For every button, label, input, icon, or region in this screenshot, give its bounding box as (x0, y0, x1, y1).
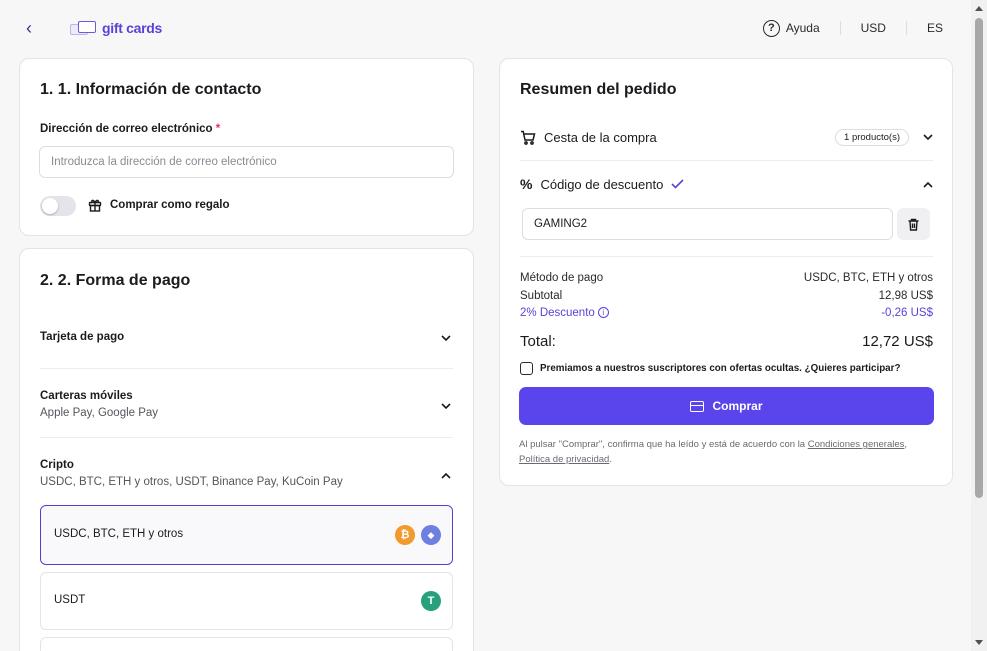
crypto-option-usdt[interactable]: USDT T (40, 572, 453, 630)
chevron-up-icon (441, 472, 451, 479)
method-title: Carteras móviles (40, 390, 133, 402)
scrollbar[interactable] (971, 0, 987, 651)
remove-discount-button[interactable] (897, 208, 930, 240)
discount-row: 2% Descuento i -0,26 US$ (520, 307, 933, 319)
currency-selector[interactable]: USD (861, 21, 886, 35)
divider (839, 21, 841, 35)
scroll-up-arrow-icon[interactable] (975, 6, 983, 11)
divider (40, 437, 453, 438)
divider (520, 256, 933, 257)
total-row: Total: 12,72 US$ (520, 333, 933, 350)
email-input[interactable] (39, 146, 454, 178)
cart-count-badge: 1 producto(s) (835, 128, 909, 146)
payment-method-row: Método de pago USDC, BTC, ETH y otros (520, 272, 933, 284)
divider (40, 368, 453, 369)
gift-toggle[interactable] (40, 196, 76, 216)
buy-label: Comprar (712, 399, 763, 413)
trash-icon (908, 218, 919, 231)
newsletter-text: Premiamos a nuestros suscriptores con of… (540, 363, 901, 374)
scroll-down-arrow-icon[interactable] (975, 640, 983, 645)
help-icon: ? (762, 19, 780, 37)
logo[interactable]: gift cards (70, 18, 162, 38)
credit-card-icon (690, 400, 705, 412)
ethereum-icon: ◆ (421, 525, 441, 545)
discount-line-label: 2% Descuento i (520, 307, 609, 319)
crypto-option[interactable] (40, 637, 453, 651)
order-summary-card: Resumen del pedido Cesta de la compra 1 … (499, 58, 953, 486)
method-subtitle: Apple Pay, Google Pay (40, 407, 159, 419)
checkmark-icon (671, 179, 684, 189)
help-link[interactable]: ? Ayuda (762, 19, 820, 37)
discount-line-value: -0,26 US$ (881, 307, 933, 319)
subtotal-row: Subtotal 12,98 US$ (520, 290, 933, 302)
terms-link[interactable]: Condiciones generales (808, 439, 905, 450)
header-nav: ? Ayuda USD ES (762, 18, 943, 38)
payment-title: 2. 2. Forma de pago (40, 272, 191, 289)
method-crypto[interactable]: Cripto USDC, BTC, ETH y otros, USDT, Bin… (40, 459, 453, 499)
subtotal-value: 12,98 US$ (878, 290, 933, 302)
logo-text: gift cards (102, 20, 163, 36)
discount-code-input[interactable] (522, 208, 893, 240)
chevron-down-icon (441, 335, 451, 342)
payment-method-label: Método de pago (520, 272, 604, 284)
gift-label: Comprar como regalo (110, 199, 230, 211)
method-subtitle: USDC, BTC, ETH y otros, USDT, Binance Pa… (40, 476, 343, 488)
info-icon[interactable]: i (597, 307, 609, 319)
scrollbar-thumb[interactable] (975, 18, 983, 498)
crypto-option-usdc-btc-eth[interactable]: USDC, BTC, ETH y otros ₿ ◆ (40, 505, 453, 565)
back-arrow-icon[interactable]: ‹ (26, 18, 44, 38)
gift-cards-logo-icon (70, 21, 98, 35)
legal-notice: Al pulsar "Comprar", confirma que ha leí… (519, 439, 908, 465)
chevron-down-icon (923, 133, 933, 140)
divider (905, 21, 907, 35)
buy-button[interactable]: Comprar (519, 387, 934, 425)
total-value: 12,72 US$ (862, 333, 933, 350)
method-title: Cripto (40, 459, 74, 471)
discount-label: Código de descuento (540, 176, 664, 192)
total-label: Total: (520, 333, 556, 350)
privacy-link[interactable]: Política de privacidad (519, 454, 609, 465)
cart-section[interactable]: Cesta de la compra 1 producto(s) (520, 125, 933, 149)
percent-icon: % (520, 176, 533, 192)
payment-card: 2. 2. Forma de pago Tarjeta de pago Cart… (19, 248, 474, 651)
payment-method-value: USDC, BTC, ETH y otros (803, 272, 933, 284)
cart-label: Cesta de la compra (544, 129, 657, 145)
help-label: Ayuda (785, 21, 820, 35)
chevron-down-icon (441, 403, 451, 410)
language-selector[interactable]: ES (927, 21, 943, 35)
chevron-up-icon (923, 181, 933, 188)
option-label: USDC, BTC, ETH y otros (54, 528, 184, 540)
option-label: USDT (54, 594, 86, 606)
bitcoin-icon: ₿ (395, 525, 415, 545)
method-mobile-wallets[interactable]: Carteras móviles Apple Pay, Google Pay (40, 390, 453, 430)
contact-title: 1. 1. Información de contacto (40, 81, 262, 98)
newsletter-option[interactable]: Premiamos a nuestros suscriptores con of… (520, 362, 900, 375)
contact-card: 1. 1. Información de contacto Dirección … (19, 58, 474, 236)
method-title: Tarjeta de pago (40, 331, 125, 343)
divider (520, 160, 933, 161)
discount-section[interactable]: % Código de descuento (520, 172, 933, 196)
top-bar: ‹ gift cards ? Ayuda USD ES (0, 0, 971, 56)
tether-icon: T (421, 591, 441, 611)
newsletter-checkbox[interactable] (520, 362, 533, 375)
subtotal-label: Subtotal (520, 290, 563, 302)
summary-title: Resumen del pedido (520, 81, 677, 98)
email-label: Dirección de correo electrónico * (40, 123, 221, 135)
method-card-payment[interactable]: Tarjeta de pago (40, 331, 453, 355)
gift-option[interactable]: Comprar como regalo (88, 198, 230, 212)
gift-icon (88, 199, 102, 212)
required-mark: * (215, 123, 221, 135)
shopping-cart-icon (521, 130, 536, 145)
